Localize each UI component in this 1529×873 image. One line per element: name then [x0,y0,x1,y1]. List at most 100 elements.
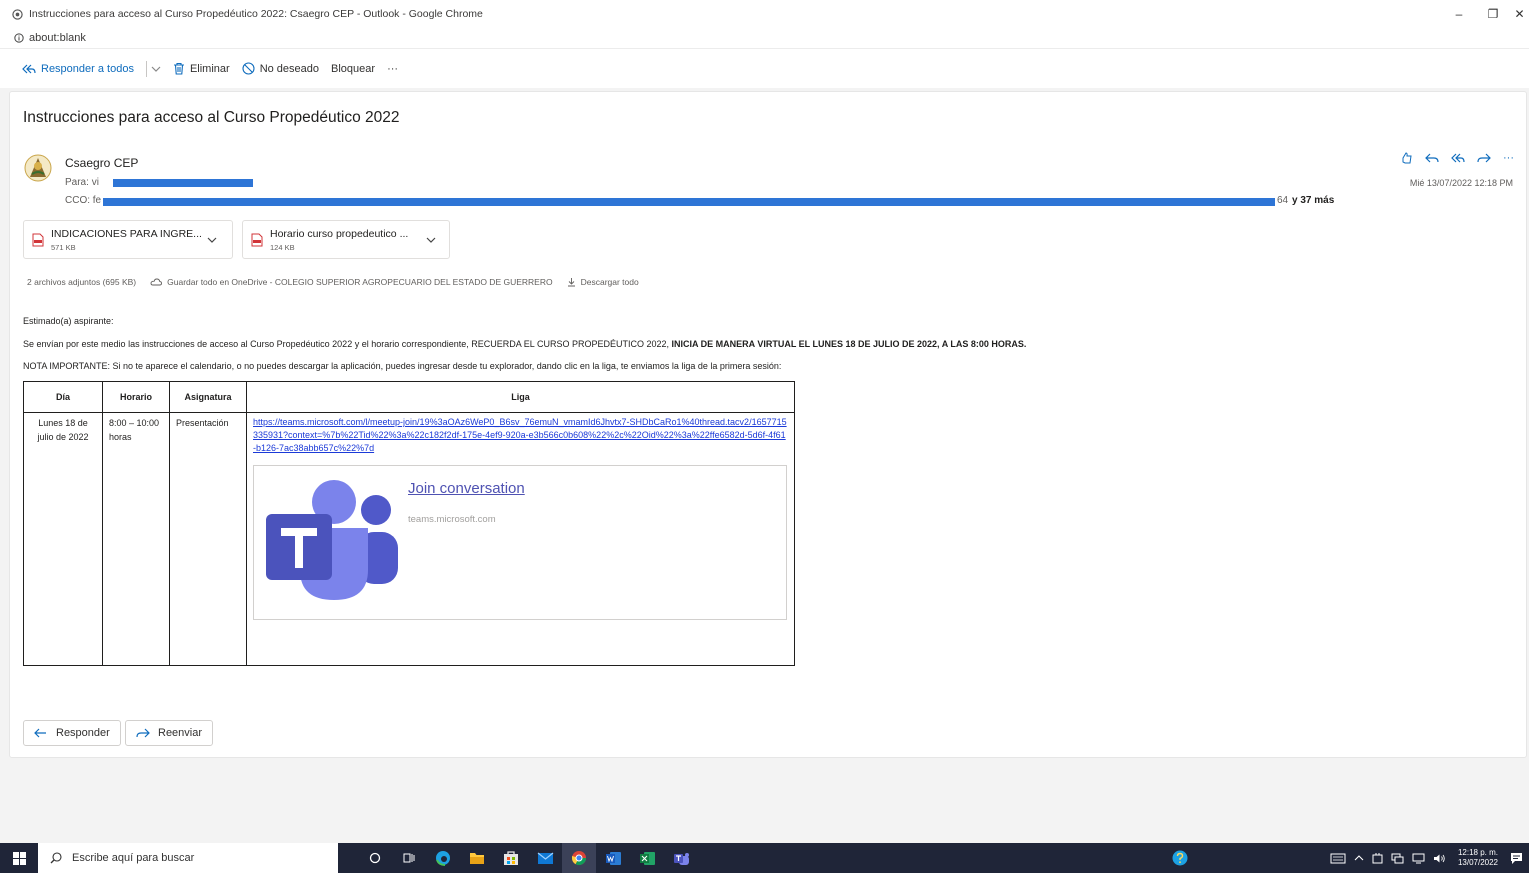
schedule-table: Día Horario Asignatura Liga Lunes 18 de … [23,381,795,666]
sender-avatar[interactable] [23,152,53,184]
delete-button[interactable]: Eliminar [173,62,230,75]
attachment-card-2[interactable]: Horario curso propedeutico ... 124 KB [242,220,450,259]
attachment-size: 124 KB [270,242,295,252]
chevron-down-icon[interactable] [426,236,436,244]
junk-button[interactable]: No deseado [242,62,319,75]
window-title: Instrucciones para acceso al Curso Prope… [29,8,483,20]
join-conversation-link[interactable]: Join conversation [408,481,525,496]
excel-icon [639,851,655,865]
taskbar-clock[interactable]: 12:18 p. m. 13/07/2022 [1458,848,1498,868]
clock-date: 13/07/2022 [1457,858,1498,867]
file-explorer-app[interactable] [460,843,494,873]
cortana-icon [369,852,381,864]
chevron-down-icon[interactable] [207,236,217,244]
sender-name[interactable]: Csaegro CEP [65,156,138,170]
network-icon[interactable] [1391,853,1404,864]
keyboard-icon[interactable] [1330,853,1346,864]
header-subject: Asignatura [169,381,247,413]
attachment-name: Horario curso propedeutico ... [270,227,409,240]
address-bar[interactable]: about:blank [0,28,1529,48]
chrome-app[interactable] [562,843,596,873]
save-onedrive-button[interactable]: Guardar todo en OneDrive - COLEGIO SUPER… [150,277,553,287]
to-line: Para: vi [65,177,99,188]
command-toolbar: Responder a todos Eliminar No deseado Bl… [0,48,1529,88]
task-view-icon [403,853,414,863]
message-subject: Instrucciones para acceso al Curso Prope… [23,109,400,126]
teams-app[interactable] [664,843,698,873]
download-all-button[interactable]: Descargar todo [567,277,639,287]
reply-all-button[interactable]: Responder a todos [22,63,134,75]
taskbar-search[interactable]: Escribe aquí para buscar [38,843,338,873]
forward-icon[interactable] [1477,152,1491,164]
volume-icon[interactable] [1433,853,1446,864]
save-onedrive-label: Guardar todo en OneDrive - COLEGIO SUPER… [167,277,553,287]
attachment-size: 571 KB [51,242,76,252]
trash-icon [173,62,184,75]
notifications-icon[interactable] [1510,852,1523,865]
close-label: ✕ [1514,7,1525,21]
info-icon [14,33,24,43]
cell-day: Lunes 18 de julio de 2022 [23,412,103,666]
delete-label: Eliminar [189,62,230,75]
start-button[interactable] [0,843,38,873]
pdf-file-icon [251,233,263,246]
windows-logo-icon [12,851,26,865]
close-button[interactable]: ✕ [1510,0,1529,28]
teams-meeting-link[interactable]: https://teams.microsoft.com/l/meetup-joi… [253,416,788,455]
download-all-label: Descargar todo [580,277,639,287]
teams-icon [673,852,689,865]
cc-more-link[interactable]: y 37 más [1292,195,1334,206]
excel-app[interactable] [630,843,664,873]
like-icon[interactable] [1401,152,1413,164]
chevron-up-icon[interactable] [1354,854,1364,862]
chrome-icon [571,851,587,866]
to-label: Para: [65,177,89,188]
block-icon [242,62,255,75]
block-button[interactable]: Bloquear [331,63,375,75]
reply-all-label: Responder a todos [41,62,134,75]
attachment-name: INDICACIONES PARA INGRE... [51,227,201,240]
more-icon[interactable]: ··· [1503,152,1514,164]
more-actions-button[interactable]: ··· [387,63,398,75]
display-icon[interactable] [1412,853,1425,864]
reply-all-icon [22,64,36,73]
more-actions-label: ··· [387,62,399,75]
help-icon[interactable] [1172,850,1188,866]
body-paragraph-2: NOTA IMPORTANTE: Si no te aparece el cal… [23,361,782,371]
header-time: Horario [102,381,170,413]
power-icon[interactable] [1372,852,1383,864]
edge-app[interactable] [426,843,460,873]
window-titlebar: Instrucciones para acceso al Curso Prope… [0,0,1529,28]
task-view-button[interactable] [392,843,426,873]
word-app[interactable] [596,843,630,873]
header-link: Liga [246,381,795,413]
folder-icon [470,853,484,864]
cc-recipient[interactable]: fe [93,195,101,206]
to-recipient[interactable]: vi [92,177,99,188]
reply-all-icon[interactable] [1451,152,1465,164]
restore-button[interactable]: ❐ [1476,0,1510,28]
attachments-bar: 2 archivos adjuntos (695 KB) Guardar tod… [27,277,653,287]
chevron-down-icon[interactable] [151,65,161,73]
cc-tail: 64 [1277,195,1289,206]
word-icon [605,851,621,865]
junk-label: No deseado [259,62,320,75]
forward-icon [136,728,150,738]
forward-button[interactable]: Reenviar [125,720,214,746]
reply-label: Responder [56,727,110,739]
minimize-button[interactable]: – [1442,0,1476,28]
reply-button[interactable]: Responder [23,720,121,746]
reply-icon[interactable] [1425,152,1439,164]
store-app[interactable] [494,843,528,873]
attachment-card-1[interactable]: INDICACIONES PARA INGRE... 571 KB [23,220,233,259]
cortana-button[interactable] [358,843,392,873]
mail-app[interactable] [528,843,562,873]
cc-line: CCO: fe [65,195,101,206]
cell-link: https://teams.microsoft.com/l/meetup-joi… [246,412,795,666]
cell-time: 8:00 – 10:00 horas [102,412,170,666]
teams-preview-card[interactable]: Join conversation teams.microsoft.com [253,465,787,620]
teams-logo-icon [266,480,398,600]
windows-taskbar: Escribe aquí para buscar 12:18 p. m. 13/… [0,843,1529,873]
pdf-file-icon [32,233,44,246]
taskbar-apps [358,843,698,873]
